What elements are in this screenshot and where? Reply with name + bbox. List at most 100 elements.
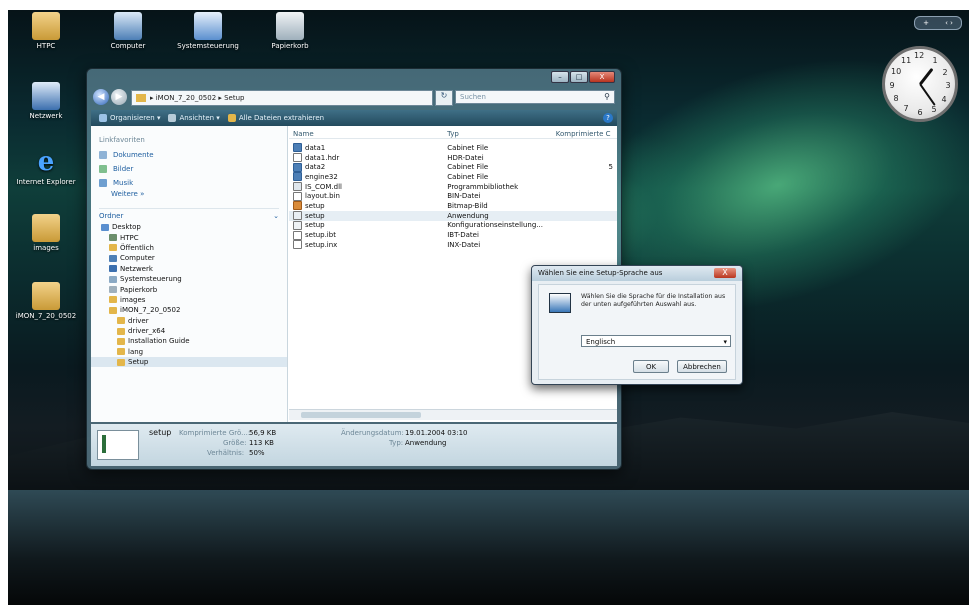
desktop-icon-htpc[interactable]: HTPC bbox=[10, 12, 82, 51]
search-icon[interactable]: ⚲ bbox=[604, 92, 610, 101]
file-row[interactable]: layout.bin BIN-Datei bbox=[289, 191, 617, 201]
tree-item[interactable]: images bbox=[91, 295, 287, 305]
tree-item[interactable]: driver_x64 bbox=[91, 326, 287, 336]
organize-label: Organisieren ▾ bbox=[110, 114, 161, 122]
desktop-icon-images[interactable]: images bbox=[10, 214, 82, 253]
minimize-button[interactable]: – bbox=[551, 71, 569, 83]
folder-icon bbox=[32, 12, 60, 40]
tree-item[interactable]: Öffentlich bbox=[91, 243, 287, 253]
tree-item[interactable]: Systemsteuerung bbox=[91, 274, 287, 284]
file-icon bbox=[293, 230, 302, 240]
clock-number: 6 bbox=[917, 108, 923, 117]
folders-header[interactable]: Ordner ⌄ bbox=[99, 208, 279, 220]
tree-item[interactable]: Desktop bbox=[91, 222, 287, 232]
horizontal-scrollbar[interactable] bbox=[289, 409, 617, 420]
file-row[interactable]: data1.hdr HDR-Datei bbox=[289, 153, 617, 163]
folder-icon bbox=[117, 358, 125, 366]
address-bar[interactable]: ▸ iMON_7_20_0502 ▸ Setup bbox=[131, 90, 433, 106]
file-type: Bitmap-Bild bbox=[447, 201, 488, 210]
desktop-icon-recycle-bin[interactable]: Papierkorb bbox=[254, 12, 326, 51]
cabinet-file-icon bbox=[293, 143, 302, 153]
scrollbar-thumb[interactable] bbox=[301, 412, 421, 418]
tree-item[interactable]: iMON_7_20_0502 bbox=[91, 305, 287, 315]
setup-icon bbox=[549, 293, 571, 313]
dialog-close-button[interactable]: X bbox=[714, 268, 736, 278]
file-row[interactable]: setup Bitmap-Bild bbox=[289, 201, 617, 211]
tree-item-label: iMON_7_20_0502 bbox=[120, 306, 181, 315]
column-header-compressed[interactable]: Komprimierte C bbox=[552, 130, 617, 138]
folder-icon bbox=[117, 348, 125, 356]
file-type: IBT-Datei bbox=[447, 231, 479, 240]
file-type: BIN-Datei bbox=[447, 192, 481, 201]
chevron-down-icon: ▾ bbox=[723, 338, 727, 346]
desktop-icon-imon[interactable]: iMON_7_20_0502 bbox=[6, 282, 86, 321]
gadget-nav-button[interactable]: ‹ › bbox=[945, 19, 953, 27]
maximize-button[interactable]: □ bbox=[570, 71, 588, 83]
tree-item[interactable]: HTPC bbox=[91, 232, 287, 242]
tree-item-label: images bbox=[120, 295, 146, 304]
file-row-selected[interactable]: setup Anwendung bbox=[289, 210, 617, 221]
extract-all-button[interactable]: Alle Dateien extrahieren bbox=[227, 114, 324, 122]
desktop-icon-internet-explorer[interactable]: e Internet Explorer bbox=[8, 148, 84, 187]
search-input[interactable]: Suchen ⚲ bbox=[455, 90, 615, 104]
file-type: HDR-Datei bbox=[447, 153, 484, 162]
cabinet-file-icon bbox=[293, 172, 302, 182]
file-row[interactable]: setup Konfigurationseinstellung... bbox=[289, 220, 617, 231]
file-row[interactable]: data1 Cabinet File bbox=[289, 143, 617, 153]
desktop-icon-computer[interactable]: Computer bbox=[92, 12, 164, 51]
tree-item[interactable]: Papierkorb bbox=[91, 284, 287, 294]
tree-item-label: Netzwerk bbox=[120, 264, 153, 273]
language-select[interactable]: Englisch ▾ bbox=[581, 335, 731, 347]
favorite-label: Musik bbox=[113, 179, 134, 187]
file-icon bbox=[293, 191, 302, 201]
favorite-pictures[interactable]: Bilder bbox=[99, 162, 287, 176]
file-name: data1 bbox=[305, 143, 326, 152]
details-type-label: Typ: bbox=[389, 439, 404, 447]
music-icon bbox=[99, 179, 107, 187]
ok-button[interactable]: OK bbox=[633, 360, 669, 373]
details-ratio-label: Verhältnis: bbox=[207, 449, 245, 457]
column-header-type[interactable]: Typ bbox=[443, 130, 552, 138]
desktop-icon-control-panel[interactable]: Systemsteuerung bbox=[172, 12, 244, 51]
cancel-button[interactable]: Abbrechen bbox=[677, 360, 727, 373]
details-date-label: Änderungsdatum: bbox=[341, 429, 404, 437]
file-row[interactable]: engine32 Cabinet File bbox=[289, 172, 617, 182]
details-date-value: 19.01.2004 03:10 bbox=[405, 429, 468, 437]
back-button[interactable]: ◀ bbox=[93, 89, 109, 105]
file-row[interactable]: setup.ibt IBT-Datei bbox=[289, 230, 617, 240]
views-button[interactable]: Ansichten ▾ bbox=[168, 114, 220, 122]
favorite-documents[interactable]: Dokumente bbox=[99, 148, 287, 162]
sidebar-gadget-controls[interactable]: + ‹ › bbox=[914, 16, 962, 30]
tree-item[interactable]: lang bbox=[91, 347, 287, 357]
tree-item-selected[interactable]: Setup bbox=[91, 357, 287, 368]
file-name: engine32 bbox=[305, 172, 338, 181]
add-gadget-button[interactable]: + bbox=[923, 19, 929, 27]
computer-icon bbox=[109, 254, 117, 262]
organize-button[interactable]: Organisieren ▾ bbox=[99, 114, 160, 122]
tree-item[interactable]: driver bbox=[91, 316, 287, 326]
recycle-bin-icon bbox=[109, 286, 117, 294]
file-row[interactable]: setup.inx INX-Datei bbox=[289, 240, 617, 250]
file-name: layout.bin bbox=[305, 192, 340, 201]
more-link[interactable]: Weitere » bbox=[111, 190, 287, 204]
clock-gadget[interactable]: 12 1 2 3 4 5 6 7 8 9 10 11 bbox=[882, 46, 958, 122]
file-row[interactable]: IS_COM.dll Programmbibliothek bbox=[289, 182, 617, 192]
desktop-icon-network[interactable]: Netzwerk bbox=[10, 82, 82, 121]
column-header-name[interactable]: Name bbox=[289, 130, 443, 138]
language-dialog[interactable]: Wählen Sie eine Setup-Sprache aus X Wähl… bbox=[531, 265, 743, 385]
views-icon bbox=[168, 114, 177, 122]
tree-item[interactable]: Netzwerk bbox=[91, 264, 287, 274]
file-row[interactable]: data2 Cabinet File 5 bbox=[289, 162, 617, 172]
file-type: Anwendung bbox=[447, 211, 489, 220]
close-button[interactable]: X bbox=[589, 71, 615, 83]
help-icon[interactable]: ? bbox=[603, 113, 613, 123]
file-name: IS_COM.dll bbox=[305, 182, 343, 191]
dialog-content: Wählen Sie die Sprache für die Installat… bbox=[538, 284, 736, 380]
file-icon bbox=[293, 240, 302, 250]
tree-item[interactable]: Installation Guide bbox=[91, 336, 287, 346]
tree-item[interactable]: Computer bbox=[91, 253, 287, 263]
forward-button[interactable]: ▶ bbox=[111, 89, 127, 105]
tree-item-label: Systemsteuerung bbox=[120, 275, 182, 284]
favorite-music[interactable]: Musik bbox=[99, 176, 287, 190]
refresh-button[interactable]: ↻ bbox=[435, 90, 453, 106]
